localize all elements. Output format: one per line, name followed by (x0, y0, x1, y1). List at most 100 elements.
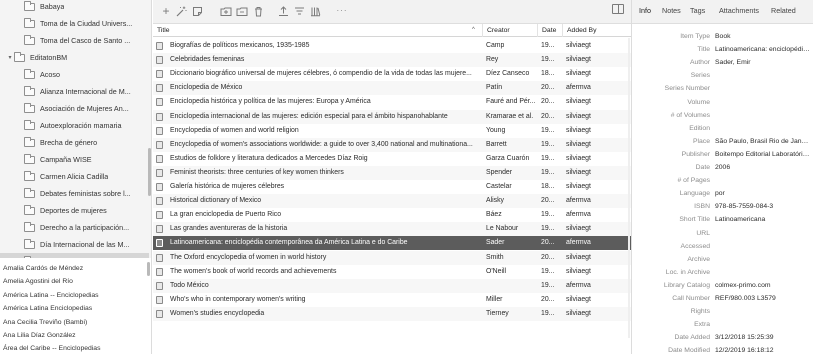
folder-icon (24, 238, 35, 249)
table-row[interactable]: Encyclopedia of women and world religion… (153, 124, 631, 138)
add-to-collection-icon[interactable] (235, 4, 249, 18)
item-creator-cell: Miller (486, 295, 503, 303)
tag-item[interactable]: Ana Cecilia Treviño (Bambi) (3, 316, 149, 330)
collection-item[interactable]: Toma de la Ciudad Univers... (0, 15, 149, 32)
item-title-cell: Diccionario biográfico universal de muje… (170, 70, 472, 78)
collection-item[interactable]: Campaña WISE (0, 151, 149, 168)
collection-item[interactable]: Día Internacional de las M... (0, 236, 149, 253)
info-field-value[interactable]: São Paulo, Brasil Rio de Janeiro, Br... (715, 135, 812, 148)
item-added-by-cell: silviaegt (566, 183, 591, 190)
collection-item[interactable]: Babaya (0, 0, 149, 15)
table-row[interactable]: Enciclopedia internacional de las mujere… (153, 109, 631, 124)
collapse-arrow-icon[interactable]: ▾ (6, 54, 14, 61)
filter-icon[interactable] (292, 4, 306, 18)
sync-icon[interactable] (276, 4, 290, 18)
table-row[interactable]: The Oxford encyclopedia of women in worl… (153, 250, 631, 265)
info-field-value[interactable]: 12/2/2019 16:18:12 (715, 344, 812, 354)
info-field-value[interactable]: Latinoamericana (715, 213, 812, 226)
table-row[interactable]: Encyclopedia of women's associations wor… (153, 137, 631, 152)
column-creator-header[interactable]: Creator (482, 24, 537, 37)
table-row[interactable]: Estudios de folklore y literatura dedica… (153, 152, 631, 166)
items-scrollbar[interactable] (628, 38, 630, 338)
info-field-value[interactable]: colmex-primo.com (715, 279, 812, 292)
new-item-button[interactable]: + (159, 4, 173, 18)
more-options-button[interactable]: ··· (335, 4, 349, 18)
tab-tags[interactable]: Tags (690, 0, 705, 24)
collection-item[interactable]: Deportes de mujeres (0, 202, 149, 219)
info-field-value[interactable]: Book (715, 30, 812, 43)
item-added-by-cell: silviaegt (566, 267, 591, 275)
item-title-cell: Enciclopedia internacional de las mujere… (170, 112, 448, 120)
tag-item[interactable]: Área del Caribe -- Enciclopedias (3, 342, 149, 354)
info-field-value[interactable]: Boitempo Editorial Laboratório de ... (715, 148, 812, 161)
new-collection-icon[interactable] (219, 4, 233, 18)
collection-item[interactable]: Brecha de género (0, 134, 149, 151)
collection-label: Autoexploración mamaria (40, 121, 122, 130)
collection-item[interactable]: Debates feministas sobre l... (0, 185, 149, 202)
info-field-value[interactable]: Sader, Emir (715, 56, 812, 69)
info-field-value[interactable]: por (715, 187, 812, 200)
toggle-item-pane-icon[interactable] (612, 4, 624, 14)
table-row[interactable]: Historical dictionary of Mexico Alisky 20.… (153, 194, 631, 209)
tab-related[interactable]: Related (771, 0, 796, 24)
table-row[interactable]: Women's studies encyclopedia Tierney 19...… (153, 306, 631, 321)
table-row[interactable]: Who's who in contemporary women's writin… (153, 293, 631, 307)
column-date-header[interactable]: Date (537, 24, 562, 37)
info-field-label: ISBN (694, 203, 710, 211)
item-creator-cell: Tierney (486, 309, 509, 317)
table-row[interactable]: La gran enciclopedia de Puerto Rico Báez 1… (153, 208, 631, 222)
info-field-row: Date Added 3/12/2018 15:25:39 (632, 331, 813, 344)
book-icon (156, 239, 163, 248)
table-row[interactable]: Biografías de políticos mexicanos, 1935-… (153, 39, 631, 53)
trash-icon[interactable] (251, 4, 265, 18)
item-added-by-cell: afermva (566, 239, 591, 247)
table-row[interactable]: Enciclopedia de México Patín 20... afermva (153, 81, 631, 96)
table-row[interactable]: Las grandes aventureras de la historia Le… (153, 222, 631, 237)
info-field-value[interactable]: REF/980.003 L3579 (715, 292, 812, 305)
item-date-cell: 19... (541, 42, 555, 49)
table-row[interactable]: Diccionario biográfico universal de muje… (153, 67, 631, 81)
table-row[interactable]: The women's book of world records and ac… (153, 265, 631, 279)
item-creator-cell (486, 279, 536, 293)
table-row[interactable]: Celebridades femeninas Rey 19... silviaegt (153, 53, 631, 68)
info-field-value[interactable]: 3/12/2018 15:25:39 (715, 331, 812, 344)
table-row[interactable]: Todo México 19... afermva (153, 278, 631, 293)
tab-info[interactable]: Info (639, 0, 651, 24)
library-icon[interactable] (308, 4, 322, 18)
magic-wand-icon[interactable] (174, 4, 188, 18)
table-row[interactable]: Galería histórica de mujeres célebres Cas… (153, 180, 631, 194)
item-title-cell: Galería histórica de mujeres célebres (170, 183, 285, 190)
column-added-by-header[interactable]: Added By (562, 24, 628, 37)
table-row[interactable]: Feminist theorists: three centuries of k… (153, 165, 631, 180)
tag-item[interactable]: América Latina Enciclopedias (3, 302, 149, 316)
collection-item[interactable]: Asociación de Mujeres An... (0, 100, 149, 117)
tab-attachments[interactable]: Attachments (719, 0, 759, 24)
book-icon (156, 267, 163, 276)
tab-notes[interactable]: Notes (662, 0, 681, 24)
tag-item[interactable]: América Latina -- Enciclopedias (3, 289, 149, 303)
collection-item[interactable]: Toma del Casco de Santo ... (0, 32, 149, 49)
collection-item[interactable]: ▾ EditatonBM (0, 49, 149, 66)
collection-item[interactable]: Derecho a la participación... (0, 219, 149, 236)
collection-item[interactable]: Carmen Alicia Cadilla (0, 168, 149, 185)
collection-item[interactable]: Autoexploración mamaria (0, 117, 149, 134)
info-field-value[interactable]: 978-85-7559-084-3 (715, 200, 812, 213)
tag-item[interactable]: Amelia Agostini del Río (3, 275, 149, 289)
table-row[interactable]: Latinoamericana: enciclopédia contemporâ… (153, 236, 631, 251)
item-date-cell: 19... (541, 140, 555, 148)
table-row[interactable]: Enciclopedia histórica y política de las… (153, 95, 631, 109)
item-title-cell: Enciclopedia de México (170, 84, 243, 92)
column-title-header[interactable]: Title (153, 24, 478, 37)
item-date-cell: 19... (541, 154, 555, 162)
info-field-row: Item Type Book (632, 30, 813, 43)
new-note-icon[interactable] (190, 4, 204, 18)
info-field-value[interactable]: Latinoamericana: enciclopédia con... (715, 43, 812, 56)
tag-item[interactable]: Amalia Cardós de Méndez (3, 262, 149, 276)
collection-item[interactable]: Acoso (0, 66, 149, 83)
tags-scrollbar[interactable] (147, 262, 150, 276)
tag-item[interactable]: Ana Lilia Díaz González (3, 329, 149, 343)
collection-item[interactable]: Alianza Internacional de M... (0, 83, 149, 100)
info-field-value[interactable]: 2006 (715, 161, 812, 174)
collections-scrollbar[interactable] (148, 148, 151, 196)
item-pane-tabs: Info Notes Tags Attachments Related (632, 0, 813, 24)
